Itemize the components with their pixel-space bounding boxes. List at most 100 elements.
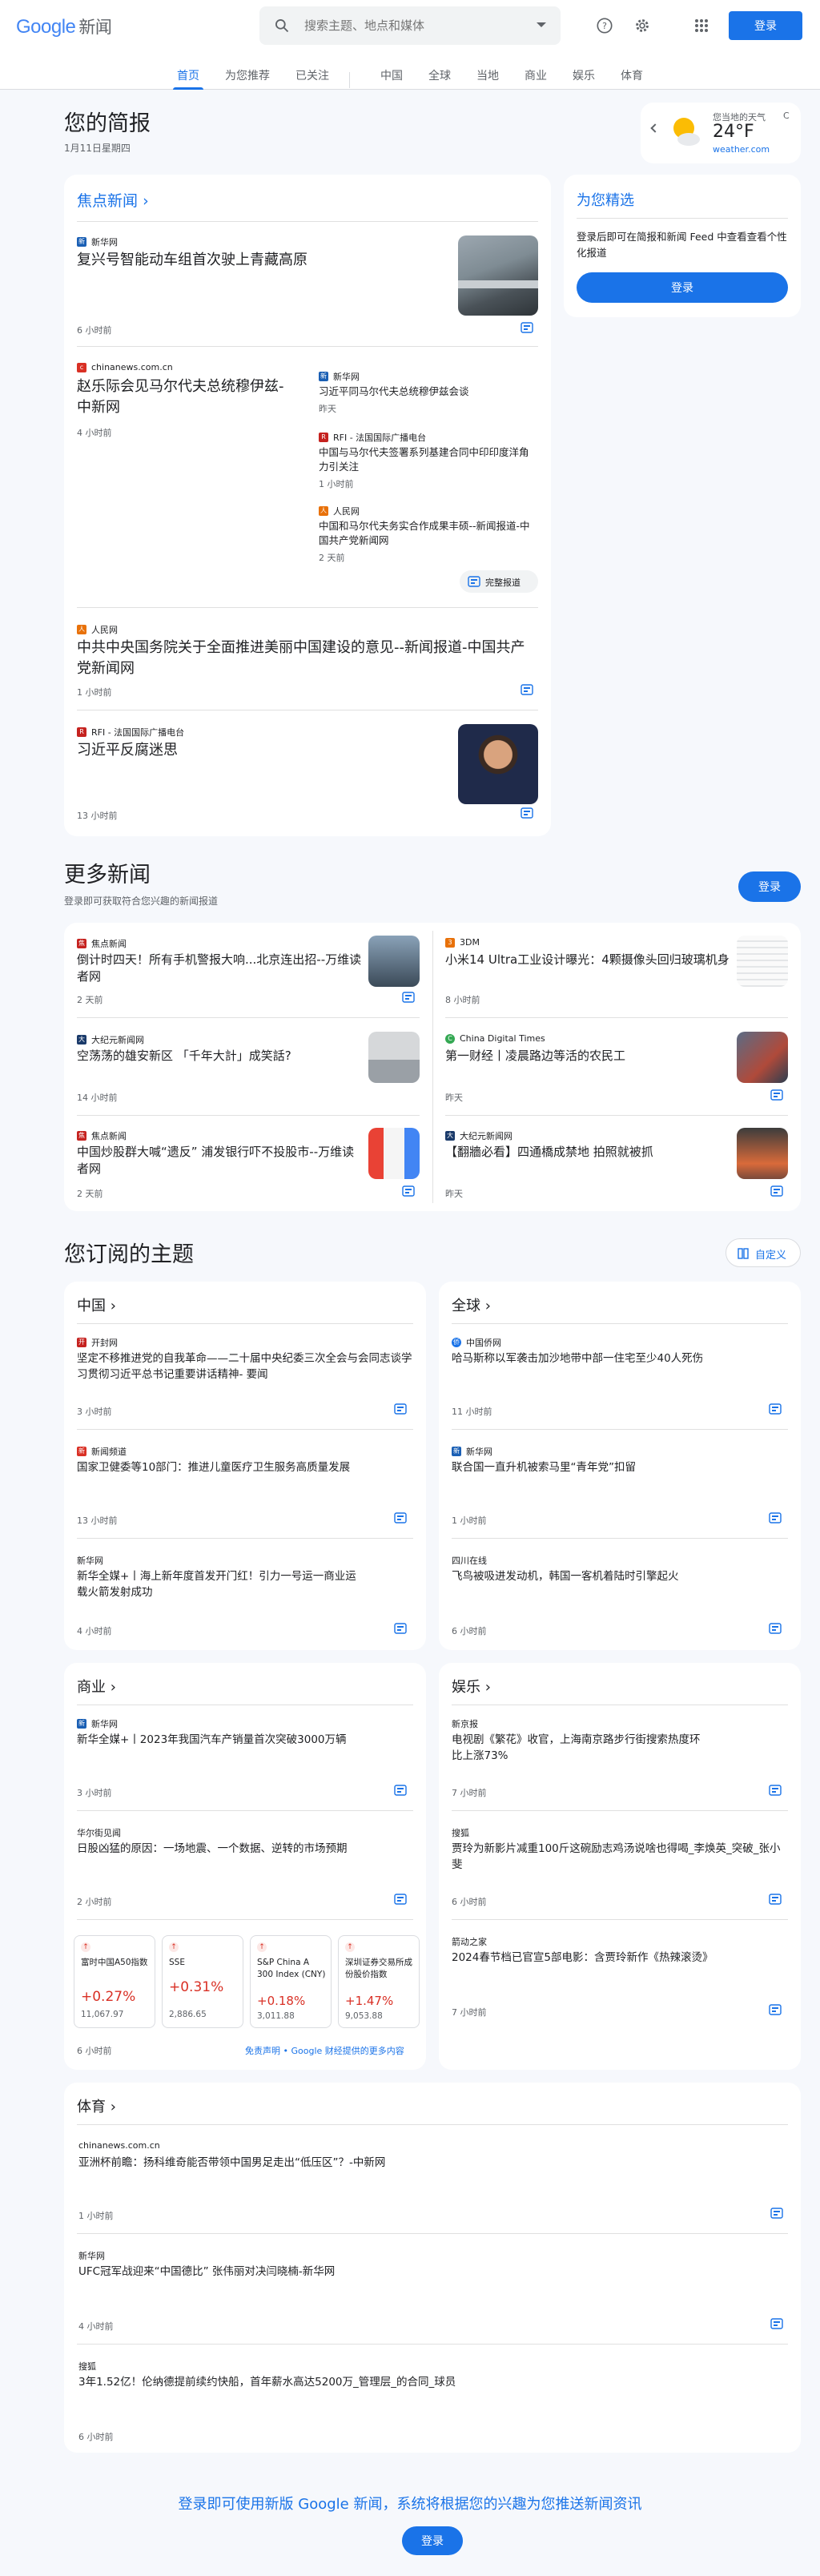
story-headline[interactable]: 联合国一直升机被索马里“青年党”扣留 bbox=[452, 1459, 788, 1475]
stock-change: +0.27% bbox=[81, 1989, 136, 2005]
weather-widget[interactable]: 您当地的天气 24°F weather.com C bbox=[641, 103, 801, 163]
story-thumbnail[interactable] bbox=[737, 1128, 788, 1179]
story-headline[interactable]: 日股凶猛的原因：一场地震、一个数据、逆转的市场预期 bbox=[77, 1841, 365, 1857]
related-headline[interactable]: 中国与马尔代夫签署系列基建合同中印印度洋角力引关注 bbox=[319, 445, 537, 474]
search-input[interactable] bbox=[304, 16, 521, 35]
story-thumbnail[interactable] bbox=[737, 936, 788, 987]
tab-local[interactable]: 当地 bbox=[476, 67, 500, 90]
stock-card[interactable]: ↑ SSE +0.31% 2,886.65 bbox=[162, 1935, 243, 2028]
chevron-left-icon[interactable] bbox=[650, 123, 660, 133]
story-time: 2 天前 bbox=[319, 553, 345, 563]
full-coverage-icon[interactable] bbox=[521, 322, 533, 333]
story-headline[interactable]: 中共中央国务院关于全面推进美丽中国建设的意见--新闻报道-中国共产党新闻网 bbox=[77, 638, 538, 679]
stock-card[interactable]: ↑ S&P China A 300 Index (CNY) +0.18% 3,0… bbox=[250, 1935, 332, 2028]
search-box[interactable] bbox=[259, 6, 561, 45]
full-coverage-icon[interactable] bbox=[770, 1089, 783, 1101]
full-coverage-button[interactable]: 完整报道 bbox=[460, 570, 538, 593]
topic-title-link[interactable]: 体育 › bbox=[77, 2095, 116, 2116]
chevron-right-icon: › bbox=[484, 1298, 491, 1314]
stock-value: 11,067.97 bbox=[81, 2010, 124, 2019]
story-headline[interactable]: 2024春节档已官宣5部电影：含贾玲新作《热辣滚烫》 bbox=[452, 1950, 788, 1966]
story-headline[interactable]: 第一财经丨凌晨路边等活的农民工 bbox=[445, 1048, 734, 1065]
story-headline[interactable]: 习近平反腐迷思 bbox=[77, 740, 429, 761]
train-thumbnail[interactable] bbox=[458, 235, 538, 316]
full-coverage-icon[interactable] bbox=[770, 1185, 783, 1197]
tab-following[interactable]: 已关注 bbox=[295, 67, 330, 90]
full-coverage-icon[interactable] bbox=[770, 2208, 783, 2219]
more-news-sign-in-button[interactable]: 登录 bbox=[738, 871, 801, 902]
story-headline[interactable]: 飞鸟被吸进发动机，韩国一客机着陆时引擎起火 bbox=[452, 1568, 788, 1584]
story-time: 6 小时前 bbox=[452, 1897, 487, 1907]
related-headline[interactable]: 中国和马尔代夫务实合作成果丰硕--新闻报道-中国共产党新闻网 bbox=[319, 519, 537, 548]
full-coverage-icon[interactable] bbox=[402, 1185, 415, 1197]
finance-disclaimer-link[interactable]: 免责声明 • Google 财经提供的更多内容 bbox=[245, 2044, 404, 2057]
weather-source-link[interactable]: weather.com bbox=[713, 144, 770, 155]
top-stories-title-link[interactable]: 焦点新闻 › bbox=[77, 189, 149, 211]
story-headline[interactable]: 新华全媒+丨2023年我国汽车产销量首次突破3000万辆 bbox=[77, 1732, 413, 1748]
topic-title-link[interactable]: 娱乐 › bbox=[452, 1676, 491, 1697]
full-coverage-icon[interactable] bbox=[769, 1623, 782, 1634]
full-coverage-icon[interactable] bbox=[769, 2004, 782, 2015]
tab-china[interactable]: 中国 bbox=[380, 67, 404, 90]
story-headline[interactable]: 赵乐际会见马尔代夫总统穆伊兹-中新网 bbox=[77, 376, 293, 418]
story-thumbnail[interactable] bbox=[368, 1032, 420, 1083]
story-headline[interactable]: 新华全媒+丨海上新年度首发开门红！引力一号运一商业运载火箭发射成功 bbox=[77, 1568, 365, 1600]
apps-grid-icon[interactable] bbox=[685, 10, 718, 42]
story-headline[interactable]: 3年1.52亿！伦纳德提前续约快船，首年薪水高达5200万_管理层_的合同_球员 bbox=[78, 2374, 767, 2390]
full-coverage-icon[interactable] bbox=[394, 1894, 407, 1905]
full-coverage-icon[interactable] bbox=[769, 1512, 782, 1523]
full-coverage-icon[interactable] bbox=[769, 1894, 782, 1905]
story-headline[interactable]: 国家卫健委等10部门：推进儿童医疗卫生服务高质量发展 bbox=[77, 1459, 413, 1475]
settings-gear-icon[interactable] bbox=[626, 10, 658, 42]
topic-title-link[interactable]: 全球 › bbox=[452, 1294, 491, 1315]
topic-title-link[interactable]: 中国 › bbox=[77, 1294, 116, 1315]
story-headline[interactable]: 电视剧《繁花》收官，上海南京路步行街搜索热度环比上涨73% bbox=[452, 1732, 708, 1764]
full-coverage-icon[interactable] bbox=[521, 807, 533, 819]
tab-home[interactable]: 首页 bbox=[173, 67, 203, 90]
related-headline[interactable]: 习近平同马尔代夫总统穆伊兹会谈 bbox=[319, 384, 537, 399]
story-headline[interactable]: 空荡荡的雄安新区 「千年大計」成笑話? bbox=[77, 1048, 365, 1065]
story-thumbnail[interactable] bbox=[368, 1128, 420, 1179]
topic-title-link[interactable]: 商业 › bbox=[77, 1676, 116, 1697]
story-headline[interactable]: 【翻牆必看】四通橋成禁地 拍照就被抓 bbox=[445, 1144, 734, 1161]
tab-world[interactable]: 全球 bbox=[428, 67, 452, 90]
full-coverage-icon[interactable] bbox=[394, 1403, 407, 1415]
tab-business[interactable]: 商业 bbox=[524, 67, 548, 90]
source-label: 新新华网 bbox=[319, 372, 360, 382]
story-thumbnail[interactable] bbox=[737, 1032, 788, 1083]
full-coverage-icon[interactable] bbox=[394, 1512, 407, 1523]
full-coverage-icon[interactable] bbox=[394, 1623, 407, 1634]
story-headline[interactable]: 贾玲为新影片减重100斤这碗励志鸡汤说啥也得喝_李焕英_突破_张小斐 bbox=[452, 1841, 788, 1873]
story-headline[interactable]: 哈马斯称以军袭击加沙地带中部一住宅至少40人死伤 bbox=[452, 1350, 788, 1366]
story-time: 6 小时前 bbox=[452, 1626, 487, 1636]
search-dropdown-icon[interactable] bbox=[537, 22, 546, 27]
full-coverage-icon[interactable] bbox=[394, 1785, 407, 1796]
story-headline[interactable]: 中国炒股群大喊“遗反” 浦发银行吓不投股市--万维读者网 bbox=[77, 1144, 365, 1177]
customize-button[interactable]: 自定义 bbox=[726, 1238, 801, 1267]
full-coverage-icon[interactable] bbox=[770, 2318, 783, 2329]
full-coverage-icon[interactable] bbox=[402, 992, 415, 1003]
story-headline[interactable]: 复兴号智能动车组首次驶上青藏高原 bbox=[77, 250, 429, 271]
google-news-logo[interactable]: Google 新闻 bbox=[16, 14, 112, 38]
picks-sign-in-button[interactable]: 登录 bbox=[577, 272, 788, 303]
story-headline[interactable]: UFC冠军战迎来“中国德比” 张伟丽对决闫晓楠-新华网 bbox=[78, 2264, 767, 2280]
full-coverage-icon[interactable] bbox=[769, 1403, 782, 1415]
full-coverage-icon[interactable] bbox=[769, 1785, 782, 1796]
portrait-thumbnail[interactable] bbox=[458, 724, 538, 804]
stock-card[interactable]: ↑ 深圳证券交易所成份股价指数 +1.47% 9,053.88 bbox=[338, 1935, 420, 2028]
story-thumbnail[interactable] bbox=[368, 936, 420, 987]
tab-for-you[interactable]: 为您推荐 bbox=[224, 67, 271, 90]
weather-unit-toggle[interactable]: C bbox=[783, 111, 790, 121]
story-headline[interactable]: 坚定不移推进党的自我革命——二十届中央纪委三次全会与会同志谈学习贯彻习近平总书记… bbox=[77, 1350, 413, 1383]
help-icon[interactable]: ? bbox=[589, 10, 621, 42]
story-headline[interactable]: 小米14 Ultra工业设计曝光：4颗摄像头回归玻璃机身 bbox=[445, 952, 734, 968]
stock-card[interactable]: ↑ 富时中国A50指数 +0.27% 11,067.97 bbox=[74, 1935, 155, 2028]
footer-sign-in-button[interactable]: 登录 bbox=[402, 2526, 463, 2555]
tab-sports[interactable]: 体育 bbox=[620, 67, 644, 90]
story-headline[interactable]: 亚洲杯前瞻：扬科维奇能否带领中国男足走出“低压区”？-中新网 bbox=[78, 2155, 767, 2171]
sign-in-button[interactable]: 登录 bbox=[729, 11, 802, 40]
story-headline[interactable]: 倒计时四天！所有手机警报大响...北京连出招--万维读者网 bbox=[77, 952, 365, 985]
source-label: 3 3DM bbox=[445, 937, 480, 948]
full-coverage-icon[interactable] bbox=[521, 684, 533, 695]
tab-entertainment[interactable]: 娱乐 bbox=[572, 67, 596, 90]
